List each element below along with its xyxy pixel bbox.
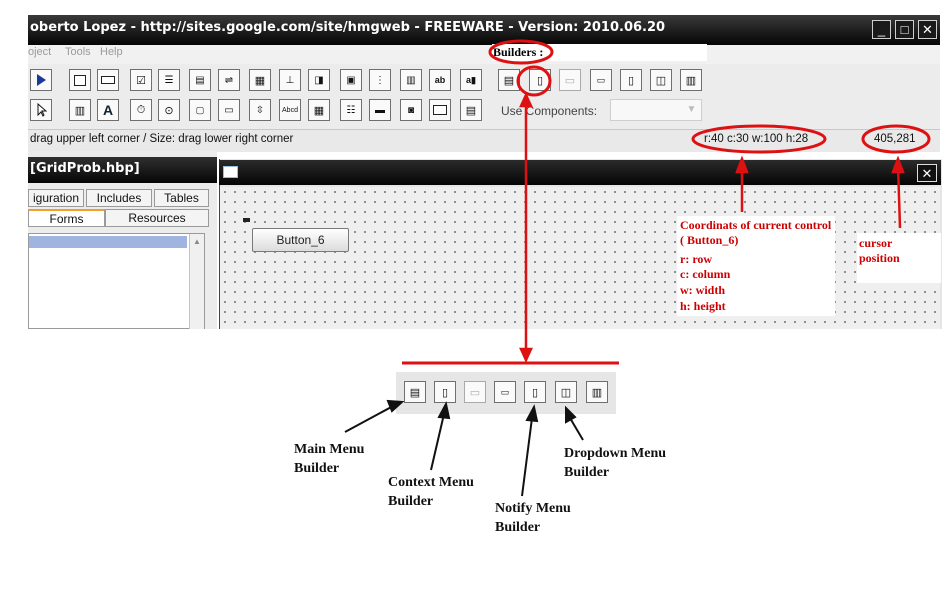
cursor-arrowhead xyxy=(891,155,905,174)
builders-ellipse xyxy=(488,39,554,65)
dropdown-menu-arrowhead xyxy=(565,405,577,424)
dropdown-menu-arrow-line xyxy=(569,417,584,441)
annotation-overlay xyxy=(344,39,931,497)
coordinates-ellipse xyxy=(691,124,827,154)
cursor-arrow-line xyxy=(896,164,902,229)
builders-down-arrowhead xyxy=(519,347,533,364)
main-menu-arrow-line xyxy=(344,404,396,433)
main-menu-arrowhead xyxy=(386,399,405,413)
cursor-ellipse xyxy=(861,124,931,154)
notify-menu-arrowhead xyxy=(525,404,539,423)
context-menu-arrow-line xyxy=(430,413,445,471)
coordinates-arrowhead xyxy=(735,155,749,174)
context-menu-arrowhead xyxy=(437,401,451,420)
builders-up-arrowhead xyxy=(519,91,533,108)
notify-menu-arrow-line xyxy=(521,417,533,497)
builders-toolbar-ellipse xyxy=(516,65,552,97)
